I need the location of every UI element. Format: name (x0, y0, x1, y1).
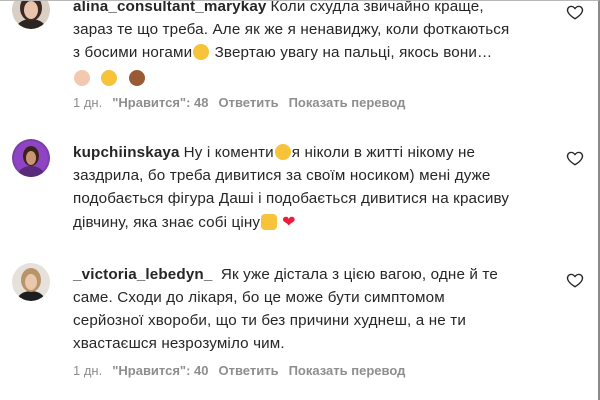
see-no-evil-monkey-emoji-icon (128, 70, 145, 86)
comment-text-line: зараз те що треба. Але як же я ненавиджу… (73, 21, 510, 38)
show-translation-button[interactable]: Показать перевод (289, 363, 406, 378)
comment-meta: 1 дн. "Нравится": 48 Ответить Показать п… (73, 95, 415, 110)
comment-text-line: Як уже дістала з цією вагою, одне й те (220, 266, 498, 283)
raising-hands-emoji-icon (261, 214, 278, 230)
comment-username[interactable]: alina_consultant_marykay (73, 1, 267, 15)
eye-roll-emoji-icon (101, 70, 118, 86)
laughing-emoji-icon (274, 144, 291, 160)
comment-text-line: з босими ногами (73, 44, 193, 61)
avatar[interactable] (12, 1, 50, 29)
comment-text-line: Звертаю увагу на пальці, якось вони… (214, 44, 493, 61)
woman-facepalm-emoji-icon (74, 70, 90, 86)
comment-time: 1 дн. (73, 95, 103, 110)
comment-text-line: серйозної хвороби, що ти без причини худ… (73, 312, 467, 329)
comment-text-line: заздрила, бо треба дивитися за своїм нос… (73, 167, 491, 184)
red-heart-emoji-icon: ❤ (282, 212, 296, 231)
show-translation-button[interactable]: Показать перевод (289, 95, 406, 110)
comment-meta: 1 дн. "Нравится": 40 Ответить Показать п… (73, 363, 415, 378)
avatar[interactable] (12, 263, 50, 301)
like-heart-icon[interactable] (566, 3, 584, 21)
comment-time: 1 дн. (73, 363, 103, 378)
like-heart-icon[interactable] (566, 271, 584, 289)
comment-text-line: Коли схудла звичайно краще, (270, 0, 484, 15)
comment-username[interactable]: _victoria_lebedyn_ (73, 266, 212, 283)
comment-text-line: хвастаєшся незрозуміло чим. (73, 335, 285, 352)
grimace-emoji-icon (193, 44, 210, 60)
likes-count[interactable]: "Нравится": 48 (112, 95, 208, 110)
reply-button[interactable]: Ответить (219, 363, 279, 378)
comment-username[interactable]: kupchiinskaya (73, 144, 180, 161)
like-heart-icon[interactable] (566, 149, 584, 167)
comments-panel: alina_consultant_marykay Коли схудла звич… (0, 0, 600, 400)
reply-button[interactable]: Ответить (219, 95, 279, 110)
comment-text-line: Ну і коменти (183, 144, 274, 161)
comment-text-line: дівчину, яка знає собі ціну (73, 214, 261, 231)
comment-text-line: подобається фігура Даші і подобається ди… (73, 190, 510, 207)
avatar[interactable] (12, 139, 50, 177)
comment-text-line: я ніколи в житті нікому не (291, 144, 476, 161)
comment-text-line: саме. Сходи до лікаря, бо це може бути с… (73, 289, 445, 306)
likes-count[interactable]: "Нравится": 40 (112, 363, 208, 378)
